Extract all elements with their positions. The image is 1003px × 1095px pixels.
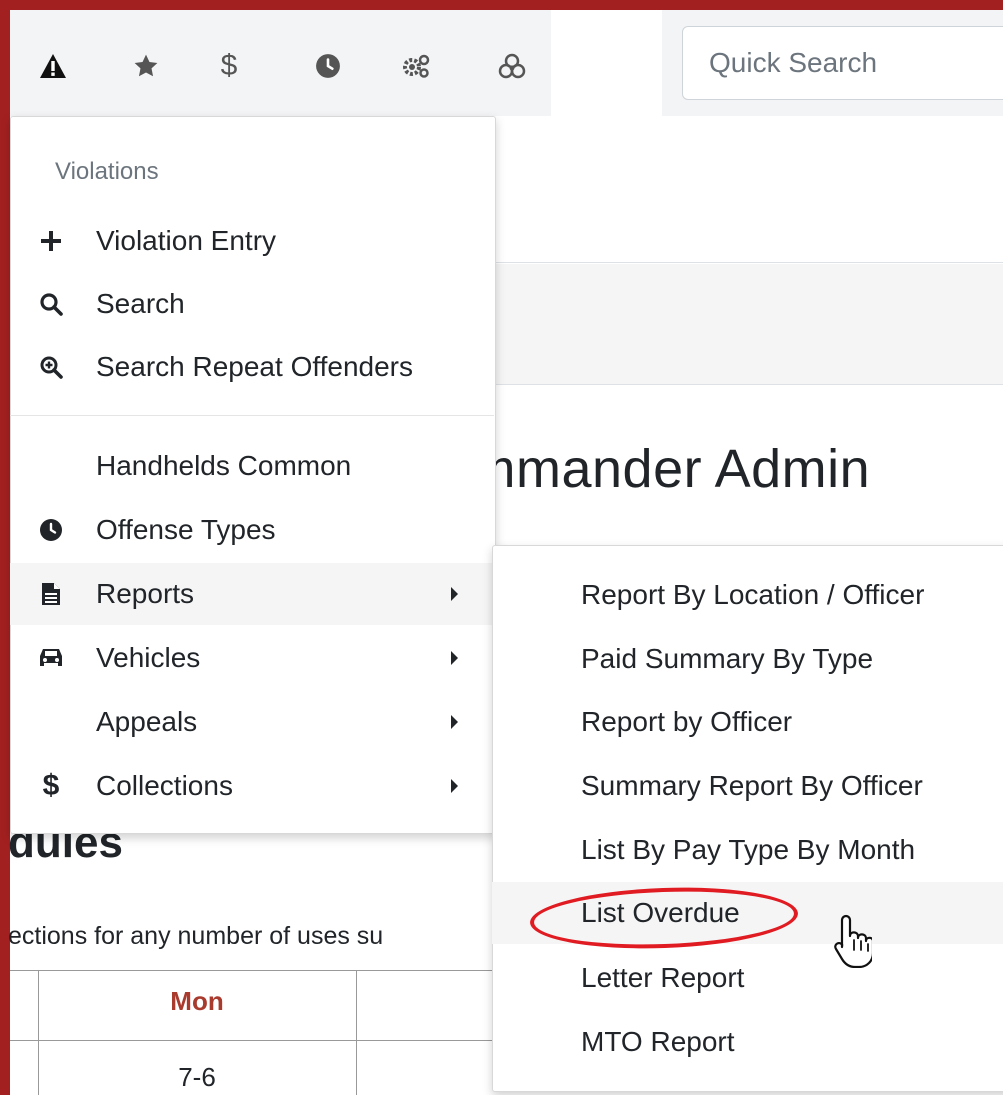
submenu-item-label: List By Pay Type By Month bbox=[581, 834, 916, 865]
content-divider bbox=[495, 262, 1003, 263]
submenu-item-list-by-pay-type-by-month[interactable]: List By Pay Type By Month bbox=[492, 819, 1003, 881]
submenu-item-label: Summary Report By Officer bbox=[581, 770, 923, 801]
search-icon bbox=[36, 289, 66, 319]
star-icon[interactable] bbox=[133, 53, 159, 79]
file-icon bbox=[36, 579, 66, 609]
page-title: ommander Admin bbox=[440, 439, 871, 499]
menu-item-search[interactable]: Search bbox=[10, 273, 494, 335]
menu-item-search-repeat-offenders[interactable]: Search Repeat Offenders bbox=[10, 336, 494, 398]
menu-item-label: Collections bbox=[96, 770, 233, 801]
section-description: ections for any number of uses su bbox=[8, 922, 384, 950]
clock-icon bbox=[36, 515, 66, 545]
car-icon bbox=[36, 643, 66, 673]
table-header-mon: Mon bbox=[170, 986, 224, 1016]
table-border bbox=[10, 970, 530, 971]
menu-header-violations: Violations bbox=[55, 158, 159, 185]
menu-item-vehicles[interactable]: Vehicles bbox=[10, 627, 494, 689]
menu-item-label: Violation Entry bbox=[96, 225, 277, 256]
submenu-caret-icon bbox=[451, 715, 458, 729]
menu-item-label: Reports bbox=[96, 578, 195, 609]
dollar-icon[interactable]: $ bbox=[221, 51, 238, 81]
table-border bbox=[356, 970, 357, 1095]
submenu-item-report-by-officer[interactable]: Report by Officer bbox=[492, 691, 1003, 753]
menu-item-label: Appeals bbox=[96, 706, 198, 737]
submenu-item-label: Report by Officer bbox=[581, 706, 793, 737]
submenu-item-summary-report-by-officer[interactable]: Summary Report By Officer bbox=[492, 755, 1003, 817]
table-cell: 7-6 bbox=[178, 1062, 216, 1092]
submenu-item-paid-summary-by-type[interactable]: Paid Summary By Type bbox=[492, 628, 1003, 690]
plus-icon bbox=[36, 226, 66, 256]
dollar-icon: $ bbox=[42, 769, 60, 802]
submenu-item-label: Report By Location / Officer bbox=[581, 579, 925, 610]
menu-item-label: Search Repeat Offenders bbox=[96, 351, 414, 382]
submenu-caret-icon bbox=[451, 779, 458, 793]
menu-item-collections[interactable]: $ Collections bbox=[10, 755, 494, 817]
menu-item-violation-entry[interactable]: Violation Entry bbox=[10, 210, 494, 272]
submenu-item-label: MTO Report bbox=[581, 1026, 735, 1057]
submenu-caret-icon bbox=[451, 651, 458, 665]
biohazard-icon[interactable] bbox=[498, 53, 526, 79]
clock-icon[interactable] bbox=[315, 53, 341, 79]
content-band bbox=[495, 264, 1003, 384]
quick-search-input[interactable] bbox=[682, 26, 1003, 100]
window-frame-top bbox=[0, 0, 1003, 10]
table-border bbox=[10, 1040, 530, 1041]
submenu-item-report-by-location-officer[interactable]: Report By Location / Officer bbox=[492, 564, 1003, 626]
hand-pointer-cursor-icon bbox=[834, 914, 875, 973]
top-toolbar bbox=[10, 10, 551, 116]
menu-item-label: Search bbox=[96, 288, 185, 319]
menu-item-offense-types[interactable]: Offense Types bbox=[10, 499, 494, 561]
menu-item-label: Handhelds Common bbox=[96, 450, 352, 481]
submenu-item-label: Paid Summary By Type bbox=[581, 643, 874, 674]
search-plus-icon bbox=[36, 352, 66, 382]
menu-item-label: Vehicles bbox=[96, 642, 201, 673]
menu-item-appeals[interactable]: Appeals bbox=[10, 691, 494, 753]
submenu-caret-icon bbox=[451, 587, 458, 601]
gears-icon[interactable] bbox=[401, 53, 431, 79]
submenu-item-label: Letter Report bbox=[581, 962, 745, 993]
submenu-item-letter-report[interactable]: Letter Report bbox=[492, 947, 1003, 1009]
warning-icon[interactable] bbox=[39, 53, 67, 79]
content-divider bbox=[495, 384, 1003, 385]
submenu-item-mto-report[interactable]: MTO Report bbox=[492, 1011, 1003, 1073]
menu-divider bbox=[10, 415, 494, 416]
menu-item-handhelds-common[interactable]: Handhelds Common bbox=[10, 435, 494, 497]
menu-item-reports[interactable]: Reports bbox=[10, 563, 494, 625]
menu-item-label: Offense Types bbox=[96, 514, 276, 545]
